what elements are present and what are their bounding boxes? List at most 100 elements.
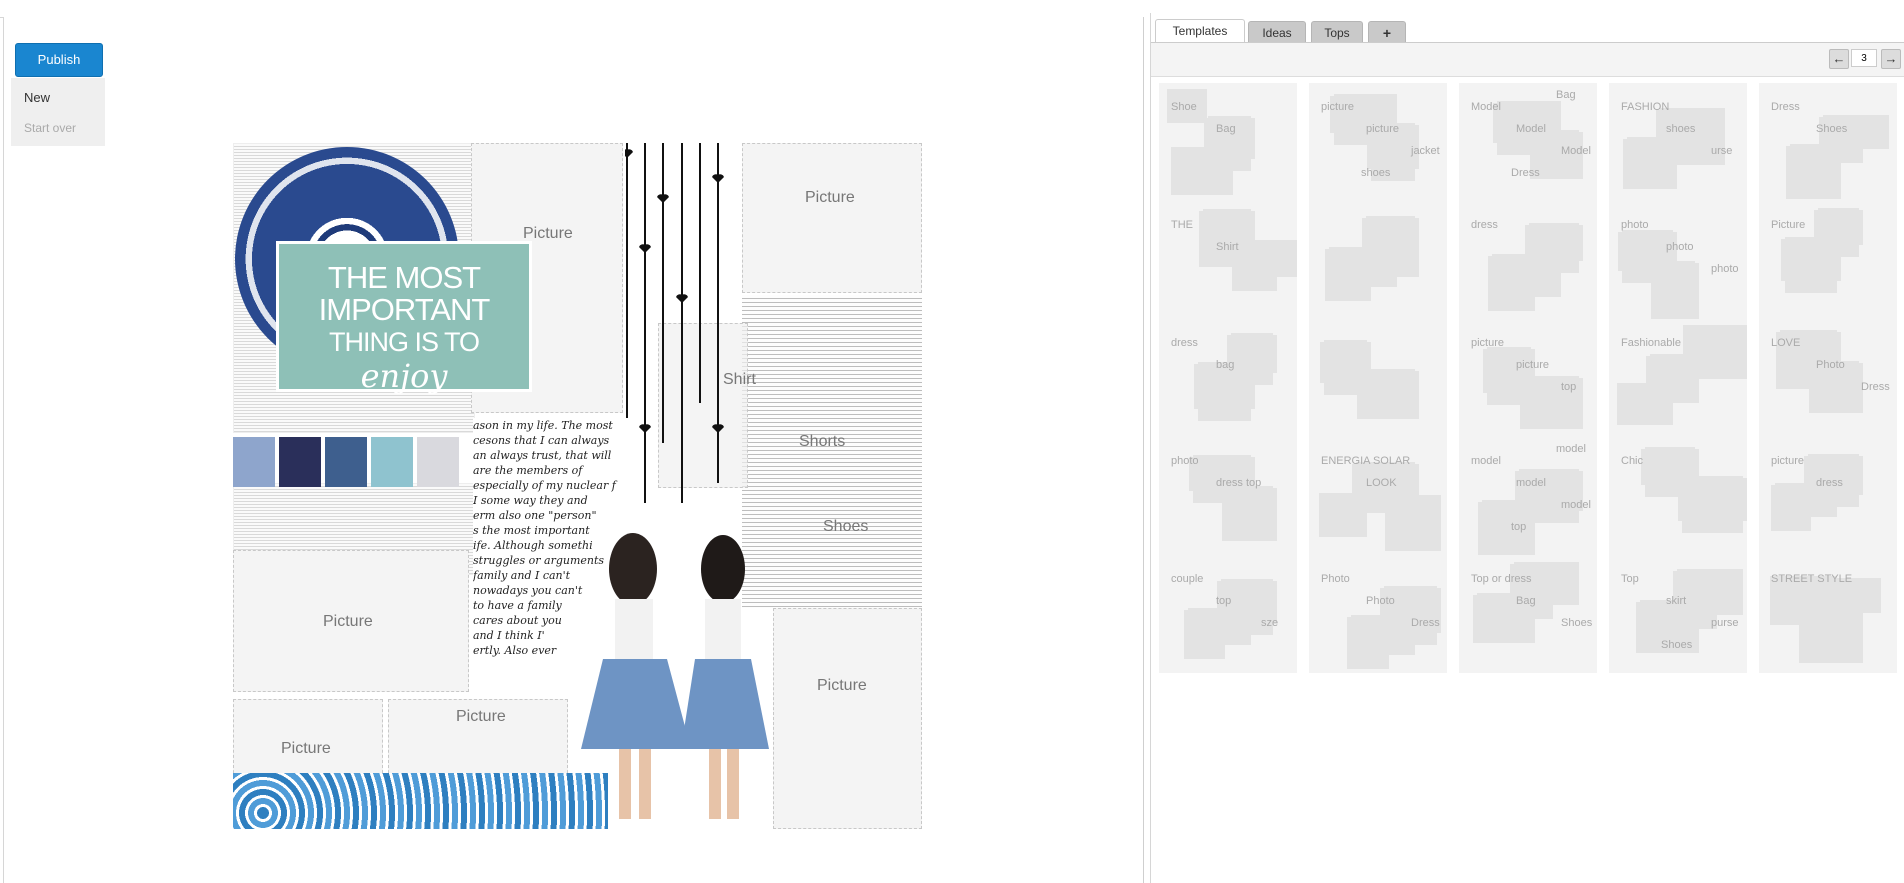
thumbnail-block	[1785, 237, 1837, 293]
thumbnail-label: sze	[1261, 617, 1279, 629]
thumbnail-block	[1351, 615, 1415, 655]
thumbnail-label: STREET STYLE	[1771, 573, 1853, 585]
template-thumbnail[interactable]: Model Model Model Dress Bag	[1459, 83, 1597, 201]
thumbnail-label: LOOK	[1366, 477, 1397, 489]
thumbnail-label: picture	[1516, 359, 1550, 371]
arrow-right-icon[interactable]: →	[1881, 49, 1901, 69]
thumbnail-label: top	[1561, 381, 1577, 393]
thumbnail-label: Model	[1561, 145, 1591, 157]
collage-canvas[interactable]: Picture Picture Shirt Shorts Shoes THE M…	[233, 143, 922, 829]
template-thumbnail[interactable]	[1309, 201, 1447, 319]
thumbnail-block	[1627, 137, 1673, 175]
template-thumbnail[interactable]: picture dress	[1759, 437, 1897, 555]
thumbnail-label: ENERGIA SOLAR	[1321, 455, 1411, 467]
thumbnail-label: picture	[1366, 123, 1400, 135]
thumbnail-block	[1529, 223, 1579, 273]
color-swatch[interactable]	[233, 437, 275, 487]
thumbnail-label: Model	[1516, 123, 1546, 135]
tab-ideas[interactable]: Ideas	[1248, 21, 1306, 44]
thumbnail-block	[1790, 144, 1837, 185]
page-input[interactable]	[1851, 49, 1877, 67]
thumbnail-label: dress	[1816, 477, 1843, 489]
template-thumbnail[interactable]: Photo Photo Dress	[1309, 555, 1447, 673]
template-thumbnail[interactable]: couple top sze	[1159, 555, 1297, 673]
thumbnail-label: dress	[1471, 219, 1498, 231]
tab-add[interactable]: +	[1368, 21, 1406, 44]
template-thumbnail[interactable]: LOVE Photo Dress	[1759, 319, 1897, 437]
template-thumbnail[interactable]: model model model top model	[1459, 437, 1597, 555]
handwriting-line: are the members of	[473, 464, 583, 477]
template-thumbnail[interactable]: dress	[1459, 201, 1597, 319]
banner-line-4: enjoy	[360, 357, 448, 395]
thumbnail-label: Shoes	[1661, 639, 1693, 651]
banner-line-2: IMPORTANT	[318, 292, 491, 327]
template-thumbnail[interactable]: picture picture top	[1459, 319, 1597, 437]
editor-area: Publish New Start over Picture Picture S…	[3, 17, 1144, 883]
template-thumbnail[interactable]: picture picture jacket shoes	[1309, 83, 1447, 201]
thumbnail-label: model	[1561, 499, 1591, 511]
thumbnail-label: urse	[1711, 145, 1733, 157]
thumbnail-label: Shirt	[1216, 241, 1239, 253]
slot-picture-top-right[interactable]	[742, 143, 922, 293]
thumbnail-label: Bag	[1216, 123, 1236, 135]
slot-label-shirt: Shirt	[723, 371, 756, 388]
color-swatch[interactable]	[371, 437, 413, 487]
thumbnail-block	[1677, 569, 1743, 615]
template-thumbnail[interactable]: Shoe Bag	[1159, 83, 1297, 201]
template-thumbnail[interactable]: FASHION shoes urse	[1609, 83, 1747, 201]
banner-line-3: THING IS TO	[328, 327, 480, 357]
thumbnail-label: Dress	[1411, 617, 1440, 629]
template-thumbnail[interactable]: ENERGIA SOLAR LOOK	[1309, 437, 1447, 555]
thumbnail-label: jacket	[1411, 145, 1440, 157]
thumbnail-label: Chic	[1621, 455, 1644, 467]
slot-label-picture: Picture	[456, 708, 506, 725]
thumbnail-label: picture	[1471, 337, 1505, 349]
start-over-button[interactable]: Start over	[11, 112, 105, 146]
thumbnail-label: bag	[1216, 359, 1235, 371]
thumbnail-label: Picture	[1771, 219, 1806, 231]
template-thumbnail[interactable]: Dress Shoes	[1759, 83, 1897, 201]
thumbnail-block	[1622, 230, 1673, 283]
thumbnail-label: photo	[1621, 219, 1649, 231]
thumbnail-block	[1361, 369, 1415, 405]
thumbnail-label: Dress	[1511, 167, 1540, 179]
thumbnail-label: shoes	[1666, 123, 1696, 135]
template-thumbnail[interactable]: Fashionable	[1609, 319, 1747, 437]
template-thumbnail[interactable]: Top or dress Bag Shoes	[1459, 555, 1597, 673]
template-thumbnail[interactable]: THE Shirt	[1159, 201, 1297, 319]
handwriting-line: especially of my nuclear f	[473, 479, 616, 492]
thumbnail-label: Shoes	[1561, 617, 1593, 629]
hearts-strings-image[interactable]	[625, 143, 725, 503]
tab-tops[interactable]: Tops	[1311, 21, 1363, 44]
thumbnail-label: top	[1511, 521, 1527, 533]
thumbnail-label: model	[1516, 477, 1546, 489]
template-thumbnail[interactable]: Chic	[1609, 437, 1747, 555]
handwriting-line: ason in my life. The most	[473, 419, 613, 432]
thumbnail-label: top	[1216, 595, 1232, 607]
thumbnail-label: picture	[1771, 455, 1805, 467]
thumbnail-label: couple	[1171, 573, 1204, 585]
slot-label-shorts: Shorts	[799, 433, 846, 450]
outfit-model-image[interactable]	[563, 529, 833, 829]
thumbnail-label: Shoes	[1816, 123, 1848, 135]
template-thumbnail[interactable]: Top skirt purse Shoes	[1609, 555, 1747, 673]
template-thumbnail[interactable]: dress bag	[1159, 319, 1297, 437]
arrow-left-icon[interactable]: ←	[1829, 49, 1849, 69]
template-thumbnail[interactable]: STREET STYLE	[1759, 555, 1897, 673]
template-thumbnail[interactable]: Picture	[1759, 201, 1897, 319]
thumbnail-block	[1682, 476, 1743, 533]
thumbnail-label: Photo	[1366, 595, 1395, 607]
template-thumbnail[interactable]: photo dress top	[1159, 437, 1297, 555]
new-button[interactable]: New	[11, 78, 105, 112]
publish-button[interactable]: Publish	[15, 43, 103, 77]
thumbnail-label: photo	[1666, 241, 1694, 253]
color-swatch[interactable]	[325, 437, 367, 487]
thumbnail-label: photo	[1171, 455, 1199, 467]
color-swatch[interactable]	[279, 437, 321, 487]
color-swatch[interactable]	[417, 437, 459, 487]
template-thumbnail[interactable]: photo photo photo	[1609, 201, 1747, 319]
template-thumbnail[interactable]	[1309, 319, 1447, 437]
quote-banner[interactable]: THE MOST IMPORTANT THING IS TO enjoy	[276, 241, 532, 395]
thumbnail-label: model	[1471, 455, 1501, 467]
waves-image[interactable]	[233, 773, 608, 829]
